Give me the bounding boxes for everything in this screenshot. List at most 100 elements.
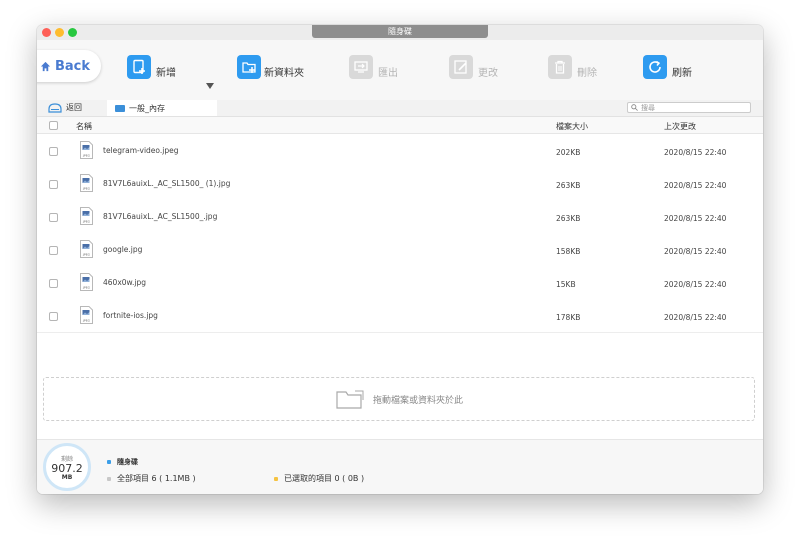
image-file-icon: JPEG <box>80 174 93 192</box>
delete-button[interactable]: 刪除 <box>548 54 597 79</box>
file-name: telegram-video.jpeg <box>103 146 179 155</box>
file-size: 263KB <box>556 181 581 190</box>
file-ext-label: JPEG <box>82 220 91 224</box>
image-file-icon: JPEG <box>80 240 93 258</box>
file-modified-date: 2020/8/15 22:40 <box>664 247 727 256</box>
status-footer: 剩餘 907.2 MB 隨身碟 全部項目 6 ( 1.1MB ) 已選取的項目 … <box>37 439 763 494</box>
select-all-checkbox[interactable] <box>49 121 58 130</box>
row-checkbox[interactable] <box>49 312 58 321</box>
close-window-button[interactable] <box>42 28 51 37</box>
table-row[interactable]: JPEG 81V7L6auixL._AC_SL1500_ (1).jpg 263KB… <box>37 167 763 201</box>
file-name: 81V7L6auixL._AC_SL1500_ (1).jpg <box>103 179 231 188</box>
app-window: 隨身碟 Back 新增 新資料夾 匯出 更改 刪除 刷新 返回 一般_內存 搜尋… <box>37 25 763 494</box>
total-dot-icon <box>107 476 111 481</box>
file-modified-date: 2020/8/15 22:40 <box>664 148 727 157</box>
search-icon <box>631 104 638 111</box>
new-folder-label: 新資料夾 <box>264 68 304 79</box>
image-file-icon: JPEG <box>80 306 93 324</box>
edit-icon <box>449 54 473 79</box>
search-placeholder: 搜尋 <box>641 103 655 112</box>
file-size: 263KB <box>556 214 581 223</box>
file-size: 202KB <box>556 148 581 157</box>
column-name-header[interactable]: 名稱 <box>76 121 92 132</box>
row-checkbox[interactable] <box>49 213 58 222</box>
export-icon <box>349 54 373 79</box>
file-ext-label: JPEG <box>82 253 91 257</box>
device-name-label: 隨身碟 <box>117 458 138 466</box>
refresh-label: 刷新 <box>672 68 692 79</box>
selected-items-label: 已選取的項目 0 ( 0B ) <box>284 474 365 483</box>
file-modified-date: 2020/8/15 22:40 <box>664 280 727 289</box>
selected-items-stat: 已選取的項目 0 ( 0B ) <box>274 473 364 484</box>
path-bar: 返回 一般_內存 搜尋 <box>37 100 763 117</box>
new-folder-button[interactable]: 新資料夾 <box>237 54 304 79</box>
column-size-header[interactable]: 檔案大小 <box>556 121 588 132</box>
drop-zone-text: 拖動檔案或資料夾於此 <box>372 395 463 406</box>
selected-dot-icon <box>274 476 278 481</box>
rename-label: 更改 <box>478 68 498 79</box>
row-checkbox[interactable] <box>49 279 58 288</box>
drive-icon <box>48 102 62 113</box>
file-modified-date: 2020/8/15 22:40 <box>664 214 727 223</box>
table-row[interactable]: JPEG fortnite-ios.jpg 178KB 2020/8/15 22:40 <box>37 299 763 333</box>
file-name: google.jpg <box>103 245 143 254</box>
rename-button[interactable]: 更改 <box>449 54 498 79</box>
file-ext-label: JPEG <box>82 154 91 158</box>
file-name: fortnite-ios.jpg <box>103 311 158 320</box>
back-label: Back <box>54 58 91 74</box>
file-ext-label: JPEG <box>82 187 91 191</box>
new-dropdown-caret-icon[interactable] <box>206 83 214 89</box>
minimize-window-button[interactable] <box>55 28 64 37</box>
folder-icon <box>115 104 125 112</box>
toolbar: Back 新增 新資料夾 匯出 更改 刪除 刷新 <box>37 40 763 100</box>
total-items-label: 全部項目 6 ( 1.1MB ) <box>117 474 196 483</box>
file-ext-label: JPEG <box>82 319 91 323</box>
table-row[interactable]: JPEG telegram-video.jpeg 202KB 2020/8/15 22… <box>37 134 763 168</box>
title-bar: 隨身碟 <box>37 25 763 40</box>
path-back-label: 返回 <box>66 103 82 112</box>
new-button[interactable]: 新增 <box>127 54 176 79</box>
total-items-stat: 全部項目 6 ( 1.1MB ) <box>107 473 196 484</box>
table-row[interactable]: JPEG google.jpg 158KB 2020/8/15 22:40 <box>37 233 763 267</box>
new-label: 新增 <box>156 68 176 79</box>
file-name: 81V7L6auixL._AC_SL1500_.jpg <box>103 212 218 221</box>
delete-label: 刪除 <box>577 68 597 79</box>
current-folder-tab[interactable]: 一般_內存 <box>107 100 217 116</box>
table-header: 名稱 檔案大小 上次更改 <box>37 117 763 134</box>
new-folder-icon <box>237 54 261 79</box>
storage-gauge: 剩餘 907.2 MB <box>43 443 91 491</box>
back-button[interactable]: Back <box>37 50 101 82</box>
device-name: 隨身碟 <box>107 457 138 467</box>
column-modified-header[interactable]: 上次更改 <box>664 121 696 132</box>
image-file-icon: JPEG <box>80 207 93 225</box>
folder-drop-icon <box>336 390 364 409</box>
gauge-unit: MB <box>61 473 73 481</box>
file-size: 15KB <box>556 280 576 289</box>
row-checkbox[interactable] <box>49 180 58 189</box>
table-row[interactable]: JPEG 460x0w.jpg 15KB 2020/8/15 22:40 <box>37 266 763 300</box>
image-file-icon: JPEG <box>80 141 93 159</box>
image-file-icon: JPEG <box>80 273 93 291</box>
current-folder-label: 一般_內存 <box>129 103 165 113</box>
path-back-button[interactable]: 返回 <box>48 102 82 113</box>
gauge-value: 907.2 <box>51 461 83 475</box>
file-modified-date: 2020/8/15 22:40 <box>664 181 727 190</box>
export-button[interactable]: 匯出 <box>349 54 398 79</box>
new-file-icon <box>127 54 151 79</box>
file-ext-label: JPEG <box>82 286 91 290</box>
window-title: 隨身碟 <box>312 25 488 38</box>
file-size: 178KB <box>556 313 581 322</box>
table-row[interactable]: JPEG 81V7L6auixL._AC_SL1500_.jpg 263KB 2020… <box>37 200 763 234</box>
zoom-window-button[interactable] <box>68 28 77 37</box>
refresh-button[interactable]: 刷新 <box>643 54 692 79</box>
file-size: 158KB <box>556 247 581 256</box>
row-checkbox[interactable] <box>49 147 58 156</box>
export-label: 匯出 <box>378 68 398 79</box>
trash-icon <box>548 54 572 79</box>
home-icon <box>40 61 51 71</box>
refresh-icon <box>643 54 667 79</box>
device-dot-icon <box>107 460 111 464</box>
drop-zone[interactable]: 拖動檔案或資料夾於此 <box>43 377 755 421</box>
row-checkbox[interactable] <box>49 246 58 255</box>
search-input[interactable]: 搜尋 <box>627 102 751 113</box>
